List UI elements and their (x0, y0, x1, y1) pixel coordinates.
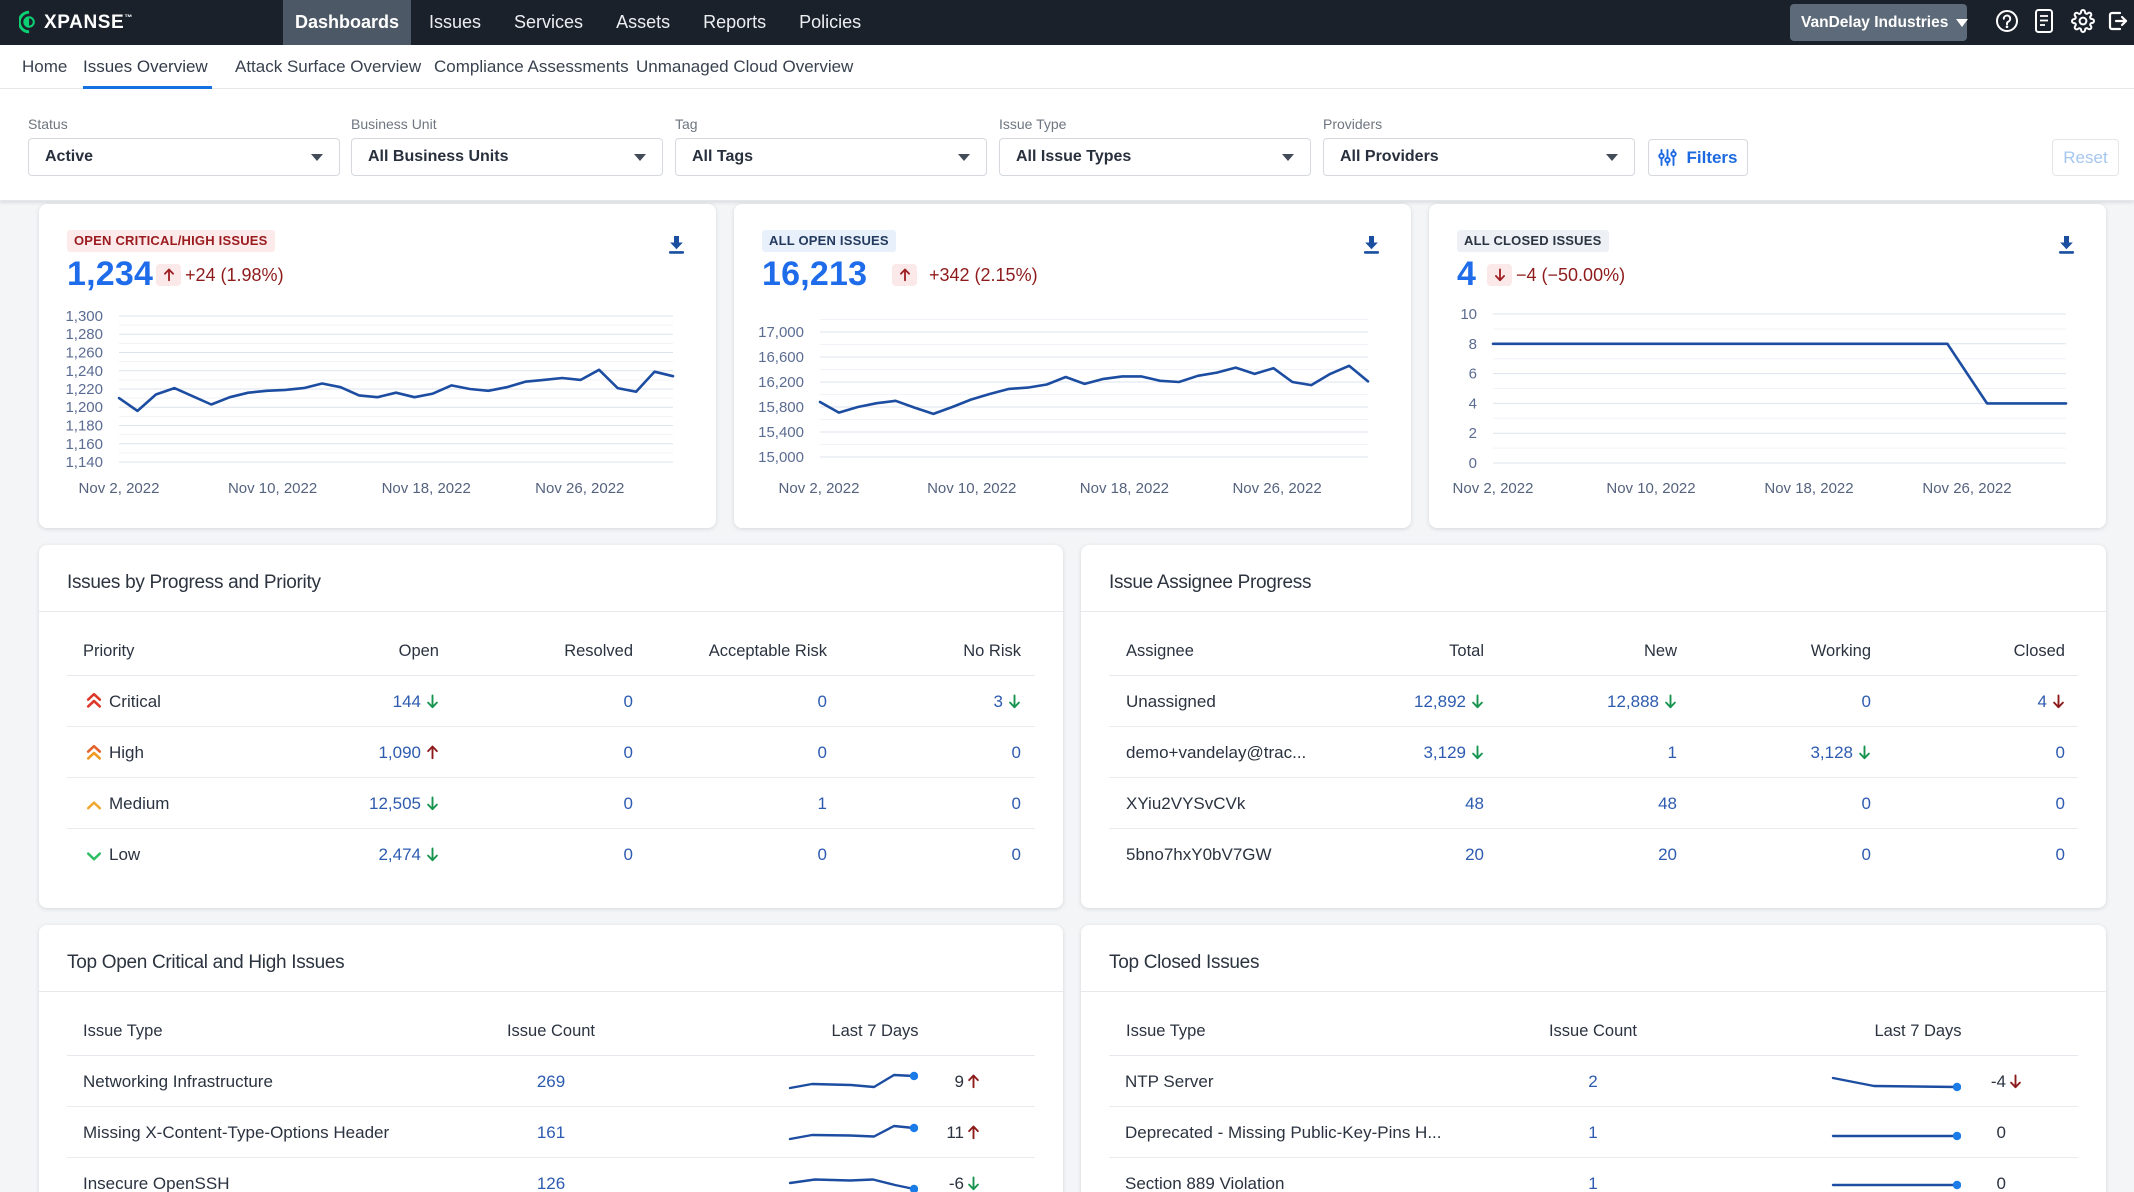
svg-text:Nov 26, 2022: Nov 26, 2022 (1232, 480, 1321, 497)
svg-text:1,240: 1,240 (65, 363, 103, 380)
svg-text:Nov 26, 2022: Nov 26, 2022 (535, 480, 624, 497)
svg-text:15,000: 15,000 (758, 449, 804, 466)
svg-text:4: 4 (1469, 395, 1477, 412)
svg-text:Nov 18, 2022: Nov 18, 2022 (1764, 480, 1853, 497)
svg-text:16,200: 16,200 (758, 374, 804, 391)
svg-text:1,200: 1,200 (65, 399, 103, 416)
svg-text:8: 8 (1469, 336, 1477, 353)
svg-text:17,000: 17,000 (758, 324, 804, 341)
svg-text:Nov 10, 2022: Nov 10, 2022 (927, 480, 1016, 497)
svg-text:Nov 2, 2022: Nov 2, 2022 (79, 480, 160, 497)
svg-text:1,260: 1,260 (65, 345, 103, 362)
svg-text:Nov 2, 2022: Nov 2, 2022 (1453, 480, 1534, 497)
svg-text:15,800: 15,800 (758, 399, 804, 416)
svg-text:0: 0 (1469, 455, 1477, 472)
svg-text:Nov 26, 2022: Nov 26, 2022 (1922, 480, 2011, 497)
svg-text:1,300: 1,300 (65, 308, 103, 325)
svg-text:1,160: 1,160 (65, 436, 103, 453)
svg-text:6: 6 (1469, 366, 1477, 383)
svg-text:Nov 18, 2022: Nov 18, 2022 (1080, 480, 1169, 497)
svg-text:1,220: 1,220 (65, 381, 103, 398)
svg-text:1,280: 1,280 (65, 326, 103, 343)
svg-text:1,140: 1,140 (65, 454, 103, 471)
svg-text:Nov 10, 2022: Nov 10, 2022 (1606, 480, 1695, 497)
svg-text:Nov 2, 2022: Nov 2, 2022 (779, 480, 860, 497)
svg-text:16,600: 16,600 (758, 349, 804, 366)
svg-text:10: 10 (1460, 306, 1477, 323)
svg-text:Nov 18, 2022: Nov 18, 2022 (382, 480, 471, 497)
svg-text:15,400: 15,400 (758, 424, 804, 441)
svg-text:Nov 10, 2022: Nov 10, 2022 (228, 480, 317, 497)
svg-text:2: 2 (1469, 425, 1477, 442)
svg-text:1,180: 1,180 (65, 418, 103, 435)
